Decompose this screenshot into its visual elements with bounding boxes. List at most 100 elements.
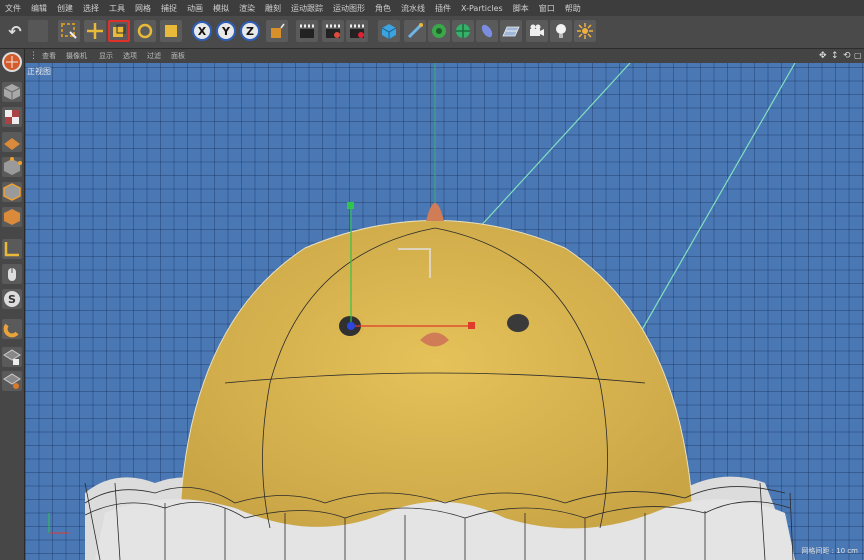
model-mode-button[interactable] xyxy=(2,82,22,102)
menu-create[interactable]: 创建 xyxy=(52,3,78,14)
cloner-icon xyxy=(456,24,470,38)
rotate-icon xyxy=(137,23,153,39)
menu-mograph[interactable]: 运动图形 xyxy=(328,3,370,14)
menu-select[interactable]: 选择 xyxy=(78,3,104,14)
clapper-icon xyxy=(300,24,314,38)
x-axis-toggle[interactable]: X xyxy=(192,21,212,41)
gizmo-center[interactable] xyxy=(347,322,355,330)
snap-button[interactable]: S xyxy=(2,289,22,309)
front-viewport[interactable]: 正视图 网格间距 : 10 cm xyxy=(25,63,864,560)
subdivision-button[interactable] xyxy=(428,20,450,42)
cube-button[interactable] xyxy=(378,20,400,42)
points-mode-button[interactable] xyxy=(2,157,22,177)
y-axis-toggle[interactable]: Y xyxy=(216,21,236,41)
scene-icon xyxy=(577,23,593,39)
left-tool-palette: S xyxy=(0,49,25,560)
floor-icon xyxy=(502,26,520,37)
floor-button[interactable] xyxy=(500,20,522,42)
texture-mode-button[interactable] xyxy=(2,107,22,127)
polygons-cube-icon xyxy=(4,209,20,225)
chick-body xyxy=(179,220,694,537)
polygons-mode-button[interactable] xyxy=(2,207,22,227)
menu-tools[interactable]: 工具 xyxy=(104,3,130,14)
deformer-button[interactable] xyxy=(476,20,498,42)
cloner-button[interactable] xyxy=(452,20,474,42)
light-button[interactable] xyxy=(550,20,572,42)
axis-icon xyxy=(4,242,19,257)
viewport-menu-view[interactable]: 查看 xyxy=(42,51,56,61)
clapper-icon xyxy=(326,24,340,38)
undo-icon[interactable]: ↶ xyxy=(4,20,26,42)
points-cube-icon xyxy=(4,157,22,175)
menu-script[interactable]: 脚本 xyxy=(508,3,534,14)
redo-button[interactable] xyxy=(28,20,48,42)
make-editable-icon xyxy=(4,54,20,70)
menu-snap[interactable]: 捕捉 xyxy=(156,3,182,14)
gizmo-y-handle[interactable] xyxy=(347,202,354,209)
pan-view-icon[interactable]: ✥ xyxy=(819,51,827,61)
menu-x-particles[interactable]: X-Particles xyxy=(456,4,508,13)
move-icon xyxy=(87,23,103,39)
live-selection-icon xyxy=(61,23,77,39)
maximize-view-icon[interactable]: ▢ xyxy=(854,51,862,60)
tweak-mode-button[interactable] xyxy=(2,264,22,284)
eggshell-front xyxy=(95,499,795,560)
menu-mesh[interactable]: 网格 xyxy=(130,3,156,14)
viewport-label: 正视图 xyxy=(27,67,51,76)
render-settings-button[interactable] xyxy=(346,20,368,42)
grid-spacing-readout: 网格间距 : 10 cm xyxy=(801,547,858,555)
coordinate-system-icon xyxy=(271,23,285,38)
pen-button[interactable] xyxy=(404,20,426,42)
planar-workplane-button[interactable] xyxy=(2,371,22,391)
z-axis-toggle[interactable]: Z xyxy=(240,21,260,41)
scene-button[interactable] xyxy=(574,20,596,42)
menu-motion-tracking[interactable]: 运动跟踪 xyxy=(286,3,328,14)
menu-sculpt[interactable]: 雕刻 xyxy=(260,3,286,14)
menu-simulate[interactable]: 模拟 xyxy=(208,3,234,14)
recent-tool-button[interactable] xyxy=(160,20,182,42)
menu-edit[interactable]: 编辑 xyxy=(26,3,52,14)
render-to-picture-viewer-button[interactable] xyxy=(322,20,344,42)
live-selection-button[interactable] xyxy=(58,20,80,42)
viewport-menu-filter[interactable]: 过滤 xyxy=(147,51,161,61)
scale-button[interactable] xyxy=(108,20,130,42)
move-button[interactable] xyxy=(84,20,106,42)
workplane-icon xyxy=(4,138,20,150)
viewport-menu-cameras[interactable]: 摄像机 xyxy=(66,51,87,61)
light-bulb-icon xyxy=(556,24,566,38)
chick-crest xyxy=(426,203,444,221)
zoom-view-icon[interactable]: ↕ xyxy=(831,51,839,61)
rotate-button[interactable] xyxy=(134,20,156,42)
lock-workplane-button[interactable] xyxy=(2,347,22,367)
menu-render[interactable]: 渲染 xyxy=(234,3,260,14)
axis-mode-button[interactable] xyxy=(2,239,22,259)
viewport-grip-icon: ⋮ xyxy=(29,51,38,61)
checker-icon xyxy=(5,110,19,124)
scale-icon xyxy=(113,24,126,37)
camera-icon xyxy=(530,24,544,36)
mouse-icon xyxy=(8,268,16,281)
menu-character[interactable]: 角色 xyxy=(370,3,396,14)
pen-icon xyxy=(407,23,423,39)
viewport-menu-options[interactable]: 选项 xyxy=(123,51,137,61)
camera-button[interactable] xyxy=(526,20,548,42)
menu-window[interactable]: 窗口 xyxy=(534,3,560,14)
edges-mode-button[interactable] xyxy=(2,182,22,202)
cube-icon xyxy=(381,24,397,39)
menu-file[interactable]: 文件 xyxy=(0,3,26,14)
render-view-button[interactable] xyxy=(296,20,318,42)
viewport-menu-display[interactable]: 显示 xyxy=(99,51,113,61)
menu-plugins[interactable]: 插件 xyxy=(430,3,456,14)
magnet-button[interactable] xyxy=(2,319,22,339)
menu-pipeline[interactable]: 流水线 xyxy=(396,3,430,14)
menu-animate[interactable]: 动画 xyxy=(182,3,208,14)
magnet-icon xyxy=(3,323,19,338)
workplane-button[interactable] xyxy=(2,132,22,152)
coordinate-system-button[interactable] xyxy=(266,20,288,42)
gizmo-x-handle[interactable] xyxy=(468,322,475,329)
viewport-menu-panel[interactable]: 面板 xyxy=(171,51,185,61)
menu-help[interactable]: 帮助 xyxy=(560,3,586,14)
rotate-view-icon[interactable]: ⟲ xyxy=(843,51,851,61)
deformer-icon xyxy=(481,24,493,38)
make-editable-button[interactable] xyxy=(2,52,22,72)
